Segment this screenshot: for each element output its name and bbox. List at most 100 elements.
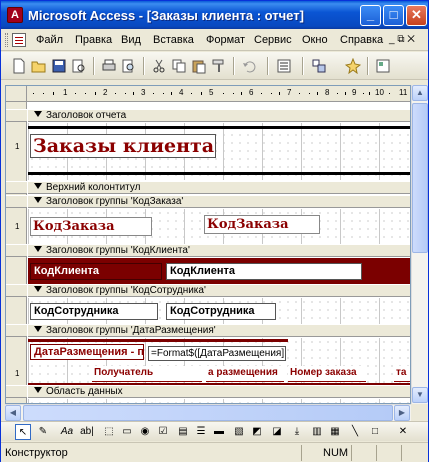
menu-view[interactable]: Вид <box>121 34 141 46</box>
section-bar-report-header[interactable]: Заголовок отчета <box>28 109 410 122</box>
save-icon[interactable] <box>51 58 67 74</box>
column-label-truncated[interactable]: та <box>394 366 410 382</box>
print-preview-icon[interactable] <box>121 58 137 74</box>
date-band-top-line[interactable] <box>28 339 288 342</box>
window-title: Microsoft Access - [Заказы клиента : отч… <box>28 8 304 23</box>
column-label-order-number[interactable]: Номер заказа <box>288 366 366 382</box>
horizontal-ruler[interactable]: 1 2 3 4 5 6 7 8 9 10 11 <box>27 86 410 102</box>
minimize-button[interactable]: _ <box>360 5 381 26</box>
mdi-window-controls[interactable]: _ ⧉ ✕ <box>389 34 415 45</box>
status-divider <box>301 445 302 461</box>
image-tool-icon[interactable]: ▧ <box>231 424 247 440</box>
section-label: Заголовок группы 'КодСотрудника' <box>46 285 206 296</box>
column-label-recipient[interactable]: Получатель <box>92 366 202 382</box>
title-top-line[interactable] <box>28 126 410 129</box>
menu-window[interactable]: Окно <box>302 34 328 46</box>
ruler-corner[interactable] <box>6 86 27 102</box>
control-wizards-icon[interactable]: ✎ <box>35 424 51 440</box>
section-selector[interactable] <box>6 284 27 297</box>
undo-icon[interactable] <box>241 58 257 74</box>
section-selector[interactable] <box>6 109 27 122</box>
checkbox-tool-icon[interactable]: ☑ <box>155 424 171 440</box>
vertical-scrollbar[interactable]: ▲ ▼ <box>411 85 428 404</box>
section-selector[interactable] <box>6 195 27 208</box>
paste-icon[interactable] <box>191 58 207 74</box>
client-id-label[interactable]: КодКлиента <box>30 263 162 280</box>
section-arrow-icon <box>34 111 42 117</box>
section-bar-group-client[interactable]: Заголовок группы 'КодКлиента' <box>28 244 410 257</box>
section-bar-page-header[interactable]: Верхний колонтитул <box>28 181 410 194</box>
search-file-icon[interactable] <box>71 58 87 74</box>
print-icon[interactable] <box>101 58 117 74</box>
status-divider <box>401 445 402 461</box>
sorting-grouping-icon[interactable] <box>311 58 327 74</box>
report-document-icon[interactable] <box>12 33 26 47</box>
title-bottom-line[interactable] <box>28 172 410 175</box>
report-design-surface[interactable]: 1 2 3 4 5 6 7 8 9 10 11 Заголовок отчета <box>5 85 411 404</box>
employee-id-field[interactable]: КодСотрудника <box>166 303 276 320</box>
scroll-right-arrow-icon[interactable]: ▶ <box>394 405 410 421</box>
select-objects-icon[interactable]: ↖ <box>15 424 31 440</box>
order-date-expression[interactable]: =Format$([ДатаРазмещения]; <box>148 346 286 361</box>
column-label-order-date[interactable]: а размещения <box>206 366 284 382</box>
page-break-icon[interactable]: ⤓ <box>289 424 305 440</box>
cut-icon[interactable] <box>151 58 167 74</box>
option-group-icon[interactable]: ⬚ <box>101 424 117 440</box>
menu-grip-handle[interactable] <box>5 33 8 47</box>
menu-insert[interactable]: Вставка <box>153 34 194 46</box>
label-tool-icon[interactable]: Aa <box>59 424 75 440</box>
option-button-icon[interactable]: ◉ <box>137 424 153 440</box>
client-id-field[interactable]: КодКлиента <box>166 263 362 280</box>
horizontal-scrollbar[interactable]: ◀ ▶ <box>5 404 411 421</box>
properties-icon[interactable] <box>375 58 391 74</box>
rectangle-tool-icon[interactable]: □ <box>367 424 383 440</box>
horizontal-scroll-thumb[interactable] <box>23 405 393 421</box>
new-document-icon[interactable] <box>11 58 27 74</box>
section-selector[interactable] <box>6 244 27 257</box>
section-label: Заголовок отчета <box>46 110 127 121</box>
section-bar-group-order[interactable]: Заголовок группы 'КодЗаказа' <box>28 195 410 208</box>
menu-help[interactable]: Справка <box>340 34 383 46</box>
employee-id-label[interactable]: КодСотрудника <box>30 303 158 320</box>
section-bar-group-employee[interactable]: Заголовок группы 'КодСотрудника' <box>28 284 410 297</box>
report-title-label[interactable]: Заказы клиента <box>30 134 216 158</box>
vertical-scroll-thumb[interactable] <box>412 103 428 253</box>
section-selector[interactable] <box>6 181 27 194</box>
line-tool-icon[interactable]: ╲ <box>347 424 363 440</box>
section-selector[interactable] <box>6 324 27 337</box>
menu-file[interactable]: Файл <box>36 34 63 46</box>
subform-icon[interactable]: ▦ <box>327 424 343 440</box>
unbound-object-icon[interactable]: ◩ <box>249 424 265 440</box>
order-date-label[interactable]: ДатаРазмещения - по <box>30 344 144 360</box>
command-button-icon[interactable]: ▬ <box>211 424 227 440</box>
menu-tools[interactable]: Сервис <box>254 34 292 46</box>
section-bar-detail[interactable]: Область данных <box>28 385 410 398</box>
maximize-button[interactable]: □ <box>383 5 404 26</box>
scroll-down-arrow-icon[interactable]: ▼ <box>412 387 428 403</box>
tab-control-icon[interactable]: ▥ <box>309 424 325 440</box>
section-bar-group-date[interactable]: Заголовок группы 'ДатаРазмещения' <box>28 324 410 337</box>
access-app-icon[interactable]: A <box>7 7 23 23</box>
menu-edit[interactable]: Правка <box>75 34 112 46</box>
toolbar-separator <box>233 57 234 75</box>
format-painter-icon[interactable] <box>211 58 227 74</box>
scroll-up-arrow-icon[interactable]: ▲ <box>412 85 428 101</box>
build-wizard-icon[interactable] <box>345 58 361 74</box>
ruler-label: 10 <box>375 88 384 97</box>
field-list-icon[interactable] <box>276 58 292 74</box>
open-folder-icon[interactable] <box>31 58 47 74</box>
toggle-button-icon[interactable]: ▭ <box>119 424 135 440</box>
order-id-label[interactable]: КодЗаказа <box>30 217 152 236</box>
order-id-field[interactable]: КодЗаказа <box>204 215 320 234</box>
section-selector[interactable] <box>6 385 27 398</box>
combo-box-icon[interactable]: ▤ <box>175 424 191 440</box>
ruler-label: 9 <box>352 88 357 97</box>
copy-icon[interactable] <box>171 58 187 74</box>
scroll-left-arrow-icon[interactable]: ◀ <box>5 405 21 421</box>
more-controls-icon[interactable]: ✕ <box>395 424 411 440</box>
close-button[interactable]: ✕ <box>406 5 427 26</box>
bound-object-icon[interactable]: ◪ <box>269 424 285 440</box>
menu-format[interactable]: Формат <box>206 34 245 46</box>
textbox-tool-icon[interactable]: ab| <box>79 424 95 440</box>
list-box-icon[interactable]: ☰ <box>193 424 209 440</box>
